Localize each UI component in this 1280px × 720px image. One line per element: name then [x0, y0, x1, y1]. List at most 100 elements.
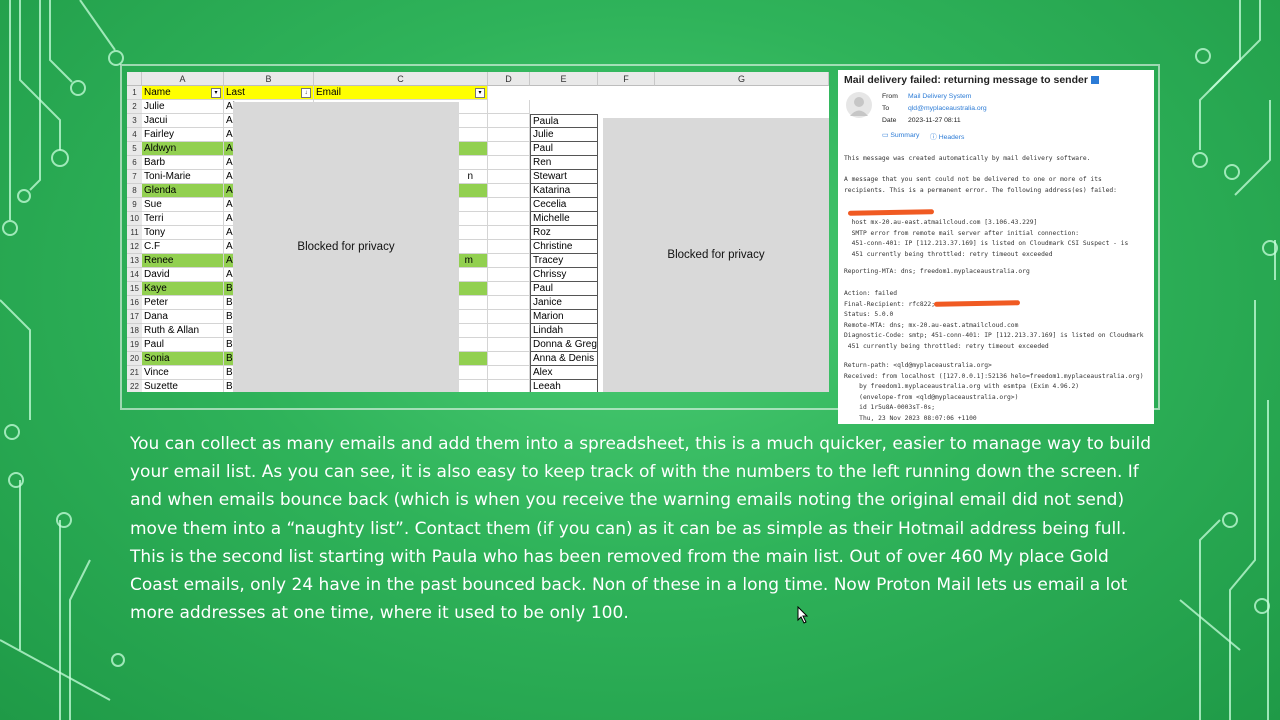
cell-name[interactable]: Paul — [142, 338, 224, 352]
row-number[interactable]: 4 — [127, 128, 142, 142]
naughty-list-name[interactable]: Julie — [530, 128, 598, 142]
header-email-cell[interactable]: Email ▾ — [314, 86, 488, 100]
cell-empty[interactable] — [488, 184, 530, 198]
cell-name[interactable]: Sue — [142, 198, 224, 212]
row-number[interactable]: 21 — [127, 366, 142, 380]
naughty-list-name[interactable]: Leeah — [530, 380, 598, 392]
row-number[interactable]: 1 — [127, 86, 142, 100]
col-header-c[interactable]: C — [314, 72, 488, 86]
cell-empty[interactable] — [488, 254, 530, 268]
cell-name[interactable]: Tony — [142, 226, 224, 240]
cell-name[interactable]: Jacui — [142, 114, 224, 128]
naughty-list-name[interactable]: Katarina — [530, 184, 598, 198]
cell-name[interactable]: Ruth & Allan — [142, 324, 224, 338]
cell-empty[interactable] — [488, 296, 530, 310]
cell-empty[interactable] — [488, 128, 530, 142]
cell-name[interactable]: David — [142, 268, 224, 282]
cell-name[interactable]: Glenda — [142, 184, 224, 198]
cell-name[interactable]: Toni-Marie — [142, 170, 224, 184]
cell-name[interactable]: Julie — [142, 100, 224, 114]
naughty-list-name[interactable]: Roz — [530, 226, 598, 240]
naughty-list-name[interactable]: Tracey — [530, 254, 598, 268]
cell-name[interactable]: Fairley — [142, 128, 224, 142]
naughty-list-name[interactable]: Paula — [530, 114, 598, 128]
col-header-g[interactable]: G — [655, 72, 829, 86]
filter-dropdown-icon[interactable]: ▾ — [211, 88, 221, 98]
row-number[interactable]: 12 — [127, 240, 142, 254]
summary-link[interactable]: ▭ Summary — [882, 131, 919, 139]
row-number[interactable]: 15 — [127, 282, 142, 296]
cell-empty[interactable] — [488, 212, 530, 226]
row-number[interactable]: 8 — [127, 184, 142, 198]
row-number[interactable]: 16 — [127, 296, 142, 310]
cell-name[interactable]: C.F — [142, 240, 224, 254]
naughty-list-name[interactable]: Michelle — [530, 212, 598, 226]
header-last-cell[interactable]: Last ↓ — [224, 86, 314, 100]
filter-dropdown-icon[interactable]: ▾ — [475, 88, 485, 98]
row-number[interactable]: 7 — [127, 170, 142, 184]
naughty-list-name[interactable]: Anna & Denis — [530, 352, 598, 366]
naughty-list-name[interactable]: Christine — [530, 240, 598, 254]
row-number[interactable]: 17 — [127, 310, 142, 324]
cell-empty[interactable] — [488, 226, 530, 240]
row-number[interactable]: 11 — [127, 226, 142, 240]
col-header-f[interactable]: F — [598, 72, 655, 86]
row-number[interactable]: 14 — [127, 268, 142, 282]
cell-empty[interactable] — [488, 338, 530, 352]
cell-empty[interactable] — [488, 170, 530, 184]
cell-empty[interactable] — [488, 282, 530, 296]
cell-empty[interactable] — [488, 380, 530, 392]
cell-empty[interactable] — [488, 324, 530, 338]
col-header-a[interactable]: A — [142, 72, 224, 86]
cell-empty[interactable] — [488, 240, 530, 254]
naughty-list-name[interactable]: Chrissy — [530, 268, 598, 282]
cell-empty[interactable] — [488, 366, 530, 380]
headers-link[interactable]: ⓘ Headers — [930, 131, 964, 141]
cell-name[interactable]: Renee — [142, 254, 224, 268]
naughty-list-name[interactable]: Paul — [530, 282, 598, 296]
row-number[interactable]: 22 — [127, 380, 142, 392]
cell-empty[interactable] — [488, 114, 530, 128]
cell-name[interactable]: Dana — [142, 310, 224, 324]
row-number[interactable]: 5 — [127, 142, 142, 156]
row-number[interactable]: 19 — [127, 338, 142, 352]
external-link-icon[interactable] — [1090, 76, 1099, 85]
naughty-list-name[interactable]: Marion — [530, 310, 598, 324]
naughty-list-name[interactable]: Lindah — [530, 324, 598, 338]
naughty-list-name[interactable]: Cecelia — [530, 198, 598, 212]
row-number[interactable]: 18 — [127, 324, 142, 338]
cell-name[interactable]: Sonia — [142, 352, 224, 366]
naughty-list-name[interactable]: Janice — [530, 296, 598, 310]
header-name-cell[interactable]: Name ▾ — [142, 86, 224, 100]
naughty-list-name[interactable]: Alex — [530, 366, 598, 380]
corner-cell[interactable] — [127, 72, 142, 86]
spreadsheet[interactable]: A B C D E F G 1 Name ▾ Last ↓ Email ▾ 2 Juli… — [127, 72, 829, 392]
cell-empty[interactable] — [488, 156, 530, 170]
col-header-e[interactable]: E — [530, 72, 598, 86]
row-number[interactable]: 20 — [127, 352, 142, 366]
row-number[interactable]: 6 — [127, 156, 142, 170]
cell-empty[interactable] — [488, 198, 530, 212]
col-header-b[interactable]: B — [224, 72, 314, 86]
cell-name[interactable]: Aldwyn — [142, 142, 224, 156]
row-number[interactable]: 10 — [127, 212, 142, 226]
sort-filter-icon[interactable]: ↓ — [301, 88, 311, 98]
cell-name[interactable]: Kaye — [142, 282, 224, 296]
row-number[interactable]: 3 — [127, 114, 142, 128]
cell-name[interactable]: Peter — [142, 296, 224, 310]
cell-empty[interactable] — [488, 142, 530, 156]
cell-name[interactable]: Vince — [142, 366, 224, 380]
naughty-list-name[interactable]: Ren — [530, 156, 598, 170]
naughty-list-name[interactable]: Stewart — [530, 170, 598, 184]
naughty-list-name[interactable]: Paul — [530, 142, 598, 156]
naughty-list-name[interactable]: Donna & Greg — [530, 338, 598, 352]
from-value[interactable]: Mail Delivery System — [908, 93, 971, 100]
cell-name[interactable]: Terri — [142, 212, 224, 226]
cell-name[interactable]: Suzette — [142, 380, 224, 392]
to-value[interactable]: qld@myplaceaustralia.org — [908, 105, 987, 112]
row-number[interactable]: 13 — [127, 254, 142, 268]
col-header-d[interactable]: D — [488, 72, 530, 86]
row-number[interactable]: 2 — [127, 100, 142, 114]
cell-empty[interactable] — [488, 268, 530, 282]
cell-empty[interactable] — [488, 100, 530, 114]
